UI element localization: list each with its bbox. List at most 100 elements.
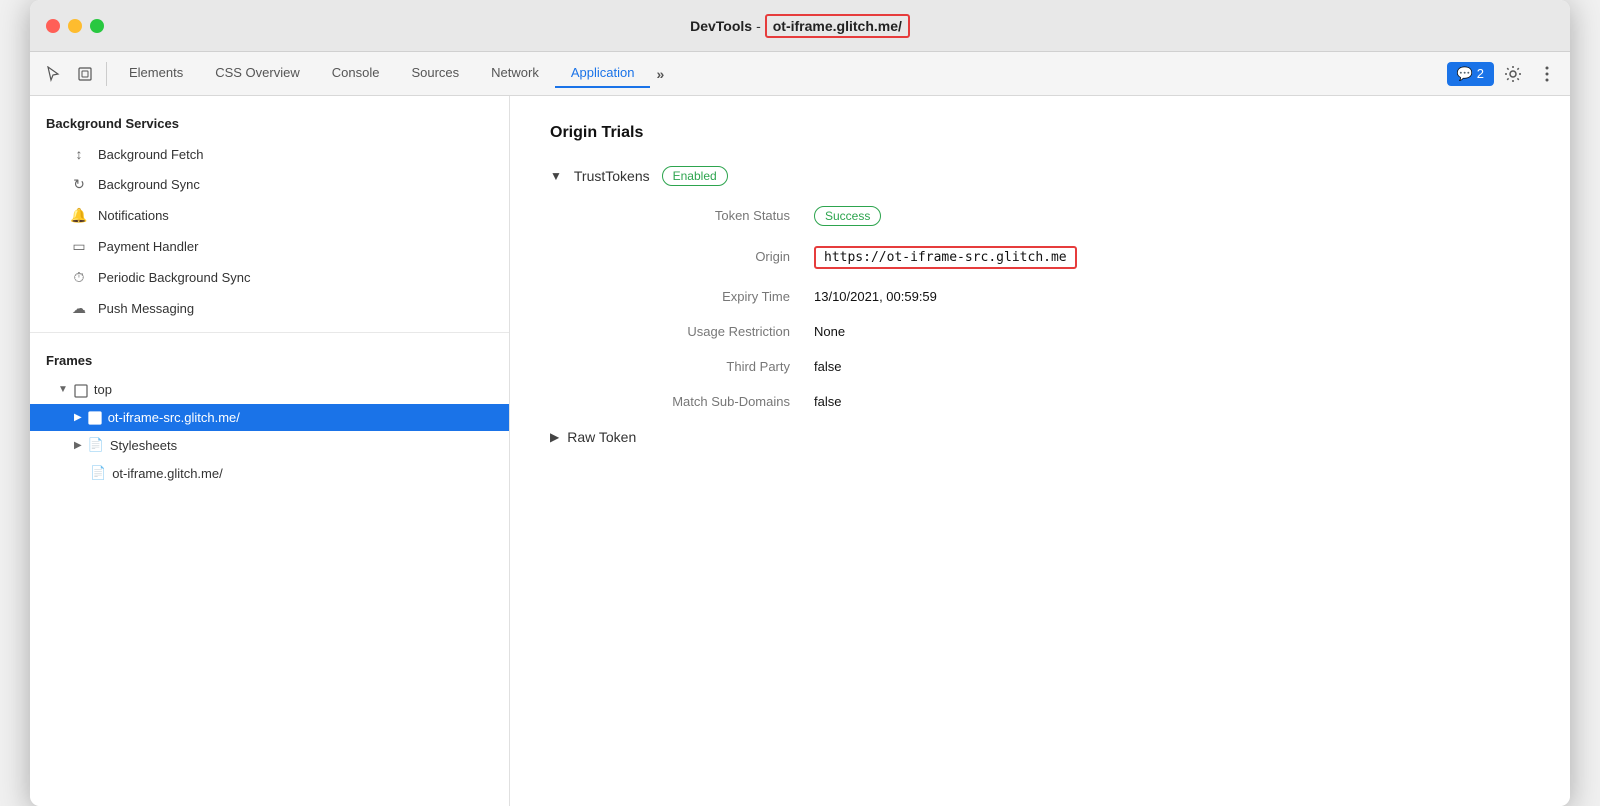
trial-name: TrustTokens [574,168,650,184]
frame-active-label: ot-iframe-src.glitch.me/ [108,410,240,425]
raw-token-row: ▶ Raw Token [550,429,1530,445]
devtools-window: DevTools - ot-iframe.glitch.me/ Elements… [30,0,1570,806]
frame-stylesheets-icon: 📄 [88,437,104,453]
sidebar-item-notifications[interactable]: 🔔 Notifications [30,200,509,231]
cursor-icon [45,66,61,82]
background-fetch-icon: ↕ [70,146,88,162]
frame-item-active[interactable]: ▶ ot-iframe-src.glitch.me/ [30,404,509,432]
more-tabs-button[interactable]: » [650,62,670,86]
tab-console[interactable]: Console [316,59,396,88]
gear-icon [1504,65,1522,83]
raw-token-label: Raw Token [567,429,636,445]
origin-value: https://ot-iframe-src.glitch.me [814,246,1077,269]
trial-header: ▼ TrustTokens Enabled [550,166,1530,186]
toolbar-separator [106,62,107,86]
sidebar-item-notifications-label: Notifications [98,208,169,223]
frame-top-label: top [94,382,112,397]
sidebar-item-push-messaging[interactable]: ☁ Push Messaging [30,293,509,324]
title-bar-content: DevTools - ot-iframe.glitch.me/ [690,14,910,38]
sidebar-item-background-sync[interactable]: ↻ Background Sync [30,169,509,200]
sidebar-item-periodic-background-sync[interactable]: ⏱ Periodic Background Sync [30,262,509,293]
match-sub-domains-value: false [814,394,841,409]
vertical-dots-icon [1545,66,1549,82]
token-status-label: Token Status [590,208,790,223]
chat-icon: 💬 [1457,66,1473,82]
tab-sources[interactable]: Sources [395,59,475,88]
inspect-icon-btn[interactable] [70,59,100,89]
toolbar-tabs: Elements CSS Overview Console Sources Ne… [113,59,1445,88]
third-party-label: Third Party [590,359,790,374]
toolbar: Elements CSS Overview Console Sources Ne… [30,52,1570,96]
trial-section: ▼ TrustTokens Enabled Token Status Succe… [550,166,1530,445]
toolbar-right: 💬 2 [1447,59,1562,89]
chat-button[interactable]: 💬 2 [1447,62,1494,86]
periodic-background-sync-icon: ⏱ [70,269,88,286]
close-button[interactable] [46,19,60,33]
frame-stylesheets-toggle: ▶ [74,440,82,451]
more-options-button[interactable] [1532,59,1562,89]
raw-token-toggle[interactable]: ▶ [550,430,559,444]
content-area: Origin Trials ▼ TrustTokens Enabled Toke… [510,96,1570,806]
detail-row-match-sub-domains: Match Sub-Domains false [590,394,1530,409]
file-icon: 📄 [90,465,106,481]
background-services-title: Background Services [30,104,509,139]
detail-row-expiry-time: Expiry Time 13/10/2021, 00:59:59 [590,289,1530,304]
page-title: Origin Trials [550,124,1530,142]
frame-iframe-icon [88,411,102,425]
sidebar-item-background-sync-label: Background Sync [98,177,200,192]
sidebar-item-payment-handler[interactable]: ▭ Payment Handler [30,231,509,262]
origin-label: Origin [590,249,790,264]
frames-section-title: Frames [30,341,509,376]
trial-collapse-toggle[interactable]: ▼ [550,169,562,183]
frame-item-stylesheets[interactable]: ▶ 📄 Stylesheets [30,431,509,459]
sidebar-item-background-fetch-label: Background Fetch [98,147,204,162]
match-sub-domains-label: Match Sub-Domains [590,394,790,409]
frame-file-label: ot-iframe.glitch.me/ [112,466,223,481]
tab-network[interactable]: Network [475,59,555,88]
sidebar-item-payment-handler-label: Payment Handler [98,239,198,254]
settings-button[interactable] [1498,59,1528,89]
sidebar-item-push-messaging-label: Push Messaging [98,301,194,316]
frame-box-icon [74,384,88,398]
tab-elements[interactable]: Elements [113,59,199,88]
background-sync-icon: ↻ [70,176,88,193]
detail-row-usage-restriction: Usage Restriction None [590,324,1530,339]
detail-row-origin: Origin https://ot-iframe-src.glitch.me [590,246,1530,269]
title-url: ot-iframe.glitch.me/ [765,14,910,38]
maximize-button[interactable] [90,19,104,33]
sidebar-item-background-fetch[interactable]: ↕ Background Fetch [30,139,509,169]
frame-item-top[interactable]: ▼ top [30,376,509,404]
sidebar-item-periodic-background-sync-label: Periodic Background Sync [98,270,250,285]
token-status-value: Success [814,206,881,226]
frame-top-icon [74,382,88,398]
frame-top-toggle: ▼ [58,384,68,395]
frame-item-file[interactable]: 📄 ot-iframe.glitch.me/ [30,459,509,487]
third-party-value: false [814,359,841,374]
inspect-icon [77,66,93,82]
payment-handler-icon: ▭ [70,238,88,255]
detail-table: Token Status Success Origin https://ot-i… [590,206,1530,409]
usage-restriction-label: Usage Restriction [590,324,790,339]
push-messaging-icon: ☁ [70,300,88,317]
cursor-icon-btn[interactable] [38,59,68,89]
expiry-time-label: Expiry Time [590,289,790,304]
devtools-label: DevTools [690,18,752,34]
detail-row-third-party: Third Party false [590,359,1530,374]
expiry-time-value: 13/10/2021, 00:59:59 [814,289,937,304]
frame-stylesheets-label: Stylesheets [110,438,177,453]
detail-row-token-status: Token Status Success [590,206,1530,226]
sidebar: Background Services ↕ Background Fetch ↻… [30,96,510,806]
frame-active-icon [88,410,102,426]
frame-active-toggle: ▶ [74,412,82,423]
sidebar-divider [30,332,509,333]
title-separator: - [756,18,761,34]
main-area: Background Services ↕ Background Fetch ↻… [30,96,1570,806]
tab-css-overview[interactable]: CSS Overview [199,59,316,88]
tab-application[interactable]: Application [555,59,651,88]
title-bar: DevTools - ot-iframe.glitch.me/ [30,0,1570,52]
notifications-icon: 🔔 [70,207,88,224]
chat-count: 2 [1477,66,1484,81]
usage-restriction-value: None [814,324,845,339]
traffic-lights [46,19,104,33]
minimize-button[interactable] [68,19,82,33]
